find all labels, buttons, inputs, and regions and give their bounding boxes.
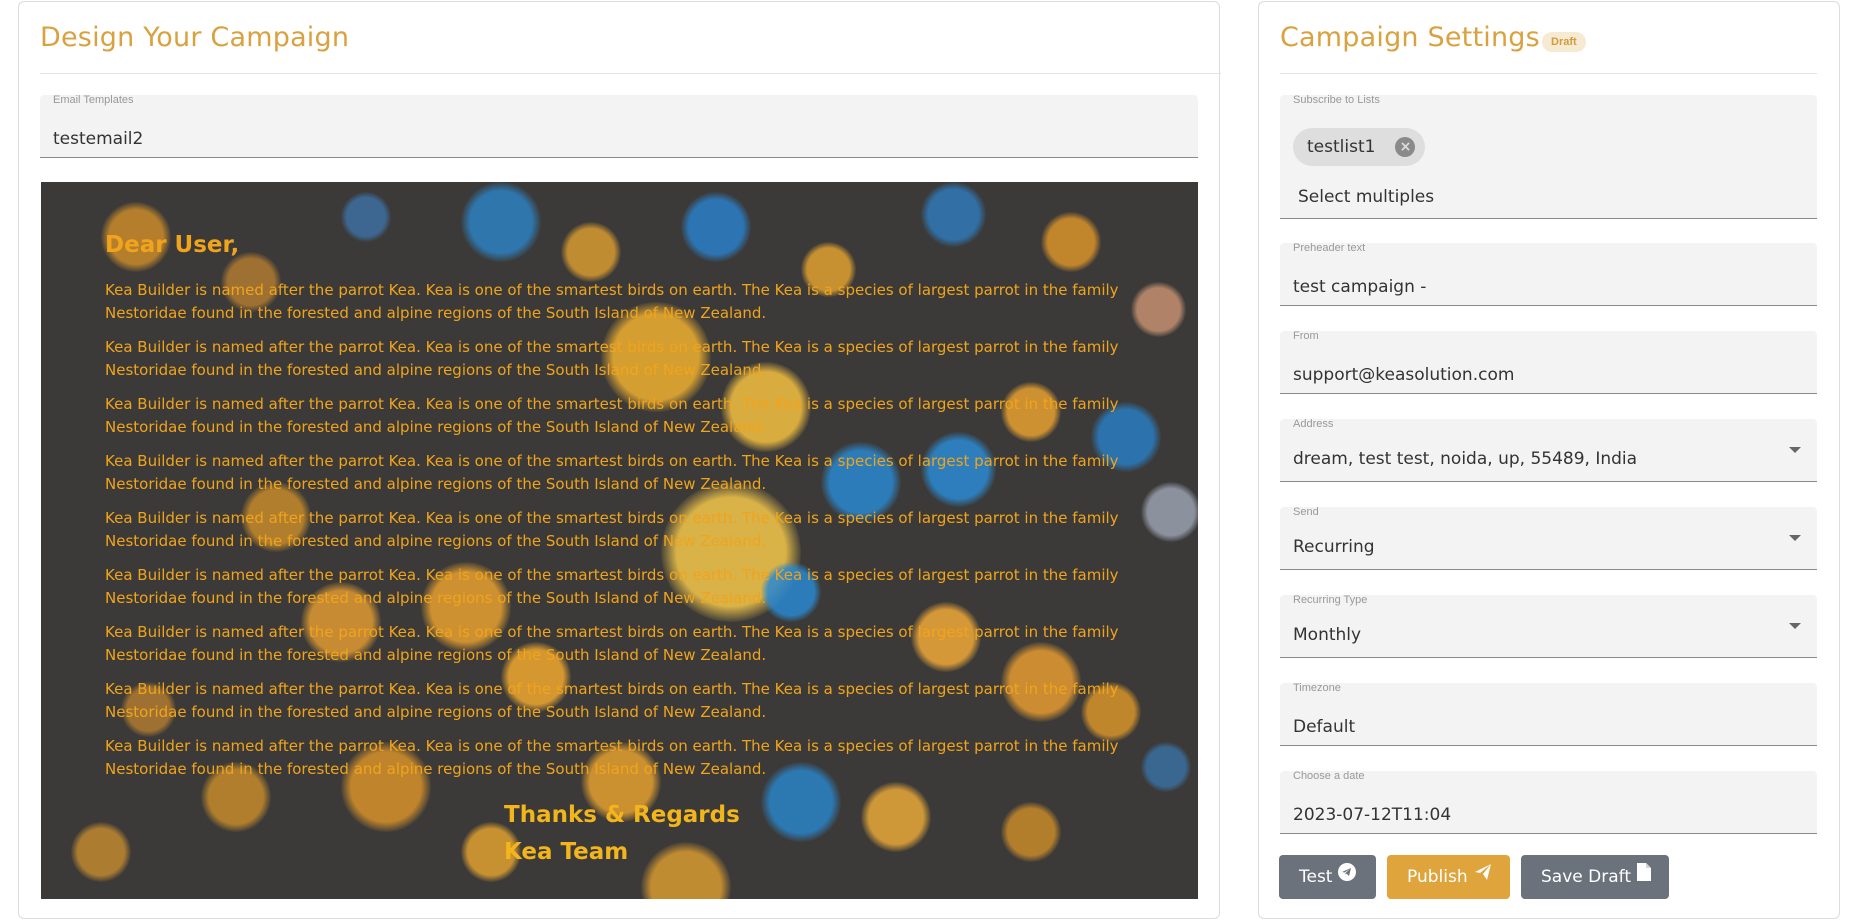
test-button-label: Test [1299, 867, 1333, 887]
email-template-label: Email Templates [53, 95, 134, 106]
timezone-label: Timezone [1293, 683, 1341, 694]
email-template-field[interactable]: Email Templates testemail2 [40, 95, 1198, 158]
paper-plane-icon [1474, 854, 1492, 898]
timezone-value: Default [1293, 717, 1356, 737]
address-value: dream, test test, noida, up, 55489, Indi… [1293, 449, 1638, 469]
address-select[interactable]: Address dream, test test, noida, up, 554… [1280, 419, 1817, 482]
recurring-type-label: Recurring Type [1293, 595, 1368, 606]
telegram-icon [1338, 854, 1357, 898]
email-paragraph: Kea Builder is named after the parrot Ke… [105, 338, 1119, 379]
settings-panel: Campaign Settings Draft Subscribe to Lis… [1258, 1, 1840, 919]
email-greeting: Dear User, [105, 232, 240, 258]
file-icon [1636, 854, 1651, 898]
preheader-field[interactable]: Preheader text test campaign - [1280, 243, 1817, 306]
dropdown-caret-icon [1789, 447, 1801, 453]
list-chip: testlist1 × [1293, 128, 1426, 166]
email-paragraph: Kea Builder is named after the parrot Ke… [105, 680, 1119, 721]
date-field[interactable]: Choose a date 2023-07-12T11:04 [1280, 771, 1817, 834]
recurring-type-select[interactable]: Recurring Type Monthly [1280, 595, 1817, 658]
email-paragraph: Kea Builder is named after the parrot Ke… [105, 395, 1119, 436]
publish-button-label: Publish [1407, 867, 1468, 887]
dropdown-caret-icon [1789, 623, 1801, 629]
dropdown-caret-icon [1789, 535, 1801, 541]
close-circle-icon[interactable]: × [1395, 137, 1416, 157]
from-label: From [1293, 331, 1319, 342]
preheader-label: Preheader text [1293, 243, 1366, 254]
send-value: Recurring [1293, 537, 1375, 557]
email-content: Dear User, Kea Builder is named after th… [41, 182, 1198, 899]
status-badge: Draft [1542, 32, 1586, 52]
email-paragraph: Kea Builder is named after the parrot Ke… [105, 452, 1119, 493]
save-draft-button[interactable]: Save Draft [1521, 855, 1669, 899]
list-chip-label: testlist1 [1307, 137, 1376, 157]
from-field[interactable]: From support@keasolution.com [1280, 331, 1817, 394]
address-label: Address [1293, 419, 1334, 430]
email-team: Kea Team [504, 839, 629, 865]
timezone-field[interactable]: Timezone Default [1280, 683, 1817, 746]
email-template-value: testemail2 [53, 129, 144, 149]
email-paragraph: Kea Builder is named after the parrot Ke… [105, 566, 1119, 607]
lists-placeholder: Select multiples [1298, 187, 1435, 207]
date-label: Choose a date [1293, 771, 1365, 782]
email-preview: Dear User, Kea Builder is named after th… [41, 182, 1198, 899]
recurring-type-value: Monthly [1293, 625, 1362, 645]
email-paragraph: Kea Builder is named after the parrot Ke… [105, 509, 1119, 550]
date-value: 2023-07-12T11:04 [1293, 805, 1452, 825]
email-signoff: Thanks & Regards [504, 802, 740, 828]
design-divider [40, 73, 1221, 74]
send-select[interactable]: Send Recurring [1280, 507, 1817, 570]
email-paragraph: Kea Builder is named after the parrot Ke… [105, 281, 1119, 322]
email-paragraph: Kea Builder is named after the parrot Ke… [105, 623, 1119, 664]
email-paragraph: Kea Builder is named after the parrot Ke… [105, 737, 1119, 778]
settings-divider [1280, 73, 1817, 74]
from-value: support@keasolution.com [1293, 365, 1515, 385]
lists-label: Subscribe to Lists [1293, 95, 1380, 106]
test-button[interactable]: Test [1279, 855, 1376, 899]
preheader-value: test campaign - [1293, 277, 1427, 297]
lists-field[interactable]: Subscribe to Lists testlist1 × Select mu… [1280, 95, 1817, 219]
save-draft-button-label: Save Draft [1541, 867, 1631, 887]
settings-title: Campaign Settings [1280, 22, 1540, 53]
send-label: Send [1293, 507, 1319, 518]
design-panel: Design Your Campaign Email Templates tes… [18, 1, 1221, 919]
design-title: Design Your Campaign [40, 22, 350, 53]
publish-button[interactable]: Publish [1387, 855, 1510, 899]
